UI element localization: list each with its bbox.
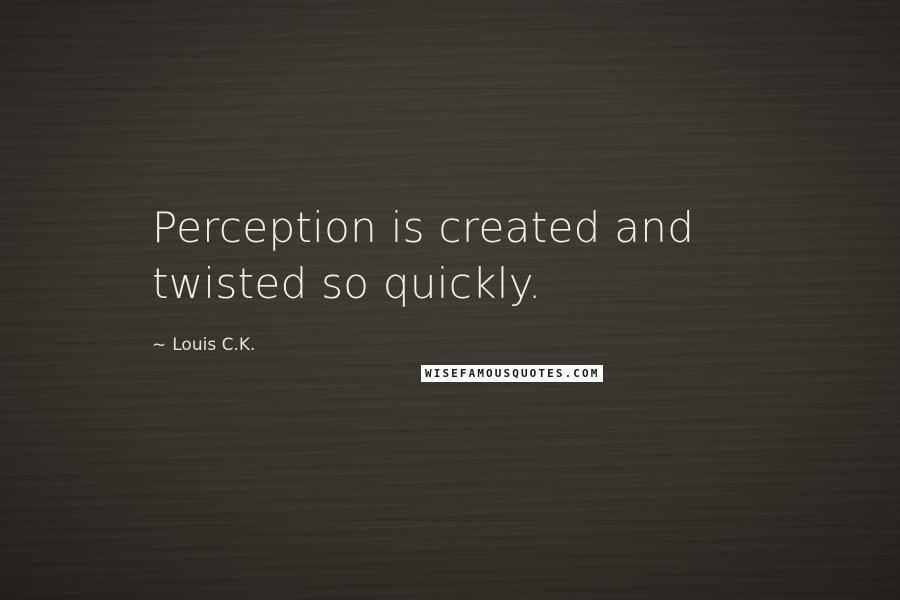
logo-tld: COM (573, 367, 600, 380)
author-name: Louis C.K. (172, 335, 256, 355)
author-prefix: ~ (152, 335, 167, 355)
wood-grain (0, 430, 900, 431)
logo-dot: . (564, 367, 574, 380)
logo-wordmark: WISEFAMOUSQUOTES (425, 367, 565, 380)
wood-grain (0, 520, 900, 521)
quote-background: Perception is created and twisted so qui… (0, 0, 900, 600)
wood-grain (0, 172, 900, 173)
quote-author: ~ Louis C.K. (152, 334, 255, 356)
wisefamousquotes-logo: WISEFAMOUSQUOTES.COM (421, 365, 604, 382)
wood-grain (0, 88, 900, 89)
quote-text: Perception is created and twisted so qui… (152, 203, 695, 308)
